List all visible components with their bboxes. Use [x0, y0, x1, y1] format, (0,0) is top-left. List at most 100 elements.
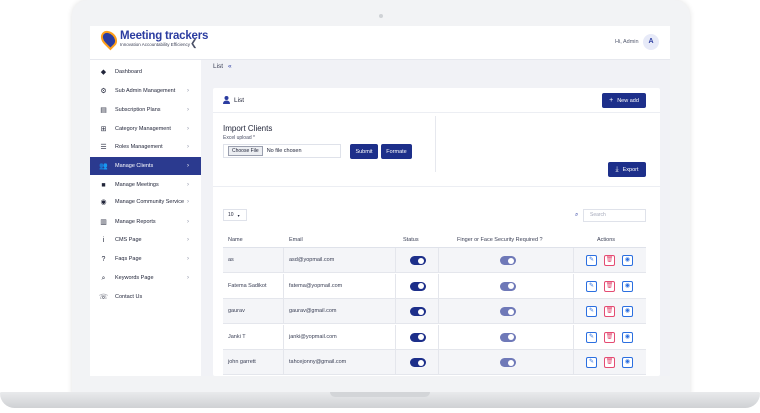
users-icon: 👥 — [99, 162, 108, 170]
edit-button[interactable]: ✎ — [586, 306, 597, 317]
sidebar-item-label: Sub Admin Management — [115, 87, 176, 94]
sidebar-item[interactable]: ■ Manage Meetings › — [90, 176, 201, 194]
column-divider — [283, 375, 284, 376]
edit-button[interactable]: ✎ — [586, 255, 597, 266]
sidebar-item[interactable]: ⊞ Category Management › — [90, 120, 201, 138]
edit-icon: ✎ — [588, 359, 595, 365]
edit-button[interactable]: ✎ — [586, 280, 597, 292]
search-input[interactable]: Search — [583, 209, 646, 222]
security-toggle[interactable] — [500, 358, 516, 367]
client-email: fatema@yopmail.com — [289, 282, 343, 289]
column-divider — [438, 350, 439, 375]
status-toggle[interactable] — [410, 281, 426, 291]
edit-button[interactable]: ✎ — [586, 357, 597, 368]
security-toggle[interactable] — [500, 332, 516, 342]
chevron-right-icon: › — [187, 163, 189, 169]
sidebar-item[interactable]: 👥 Manage Clients › — [90, 157, 201, 175]
choose-file-button[interactable]: Choose File — [228, 146, 263, 156]
chevron-right-icon: › — [187, 126, 189, 132]
header-actions: Actions — [597, 237, 616, 243]
delete-button[interactable]: 🗑 — [604, 255, 615, 266]
table-row: as asd@yopmail.com ✎ 🗑 ◉ — [223, 248, 646, 273]
column-divider — [283, 273, 284, 299]
edit-button[interactable]: ✎ — [586, 331, 597, 343]
import-title: Import Clients — [223, 124, 273, 133]
column-divider — [395, 248, 396, 273]
column-divider — [283, 324, 284, 350]
trash-icon: 🗑 — [605, 282, 614, 289]
sidebar-item[interactable]: ☏ Contact Us — [90, 288, 201, 306]
client-name: as — [228, 257, 234, 263]
table-row: Fatema Sadikot fatema@yopmail.com ✎ 🗑 ◉ — [223, 273, 646, 299]
delete-button[interactable]: 🗑 — [604, 331, 615, 343]
table-row: Mack 1mack1@yopmail.com✎🗑◉ — [223, 375, 646, 376]
status-toggle[interactable] — [410, 358, 426, 367]
avatar[interactable]: A — [643, 34, 659, 50]
sidebar-item[interactable]: ▤ Subscription Plans › — [90, 101, 201, 119]
sidebar-item[interactable]: ◉ Manage Community Service › — [90, 193, 201, 211]
double-chevron-left-icon[interactable]: « — [228, 63, 232, 70]
sidebar-item[interactable]: ▥ Manage Reports › — [90, 213, 201, 231]
security-toggle[interactable] — [500, 307, 516, 316]
view-button[interactable]: ◉ — [622, 255, 633, 266]
sidebar-item[interactable]: ⌕ Keywords Page › — [90, 269, 201, 287]
sidebar-item[interactable]: ? Faqs Page › — [90, 250, 201, 268]
sidebar-item[interactable]: ⚙ Sub Admin Management › — [90, 82, 201, 100]
list-icon: ☰ — [100, 143, 107, 151]
page-length-select[interactable]: 10 ▾ — [223, 209, 247, 221]
trash-icon: 🗑 — [605, 308, 614, 314]
sidebar-item[interactable]: ☰ Roles Management › — [90, 138, 201, 156]
sidebar-item[interactable]: ◆ Dashboard — [90, 63, 201, 81]
header-email: Email — [289, 237, 303, 243]
column-divider — [395, 375, 396, 376]
status-toggle[interactable] — [410, 256, 426, 265]
new-add-button[interactable]: + New add — [602, 93, 646, 108]
greeting: Hi, Admin — [615, 39, 639, 45]
eye-icon: ◉ — [624, 257, 631, 263]
export-button[interactable]: ⤓ Export — [608, 162, 646, 177]
search-icon: ⌕ — [101, 274, 106, 282]
security-toggle[interactable] — [500, 256, 516, 265]
column-divider — [283, 299, 284, 324]
client-email: tahcejonny@gmail.com — [289, 359, 347, 365]
screen: Meeting trackers Innovation Accountabili… — [90, 26, 670, 376]
column-divider — [395, 273, 396, 299]
collapse-sidebar-icon[interactable]: ❮ — [190, 38, 198, 49]
client-email: janki@yopmail.com — [289, 333, 337, 340]
column-divider — [395, 350, 396, 375]
security-toggle[interactable] — [500, 281, 516, 291]
status-toggle[interactable] — [410, 332, 426, 342]
delete-button[interactable]: 🗑 — [604, 280, 615, 292]
edit-icon: ✎ — [588, 282, 595, 289]
column-divider — [573, 375, 574, 376]
column-divider — [573, 299, 574, 324]
sidebar: ◆ Dashboard ⚙ Sub Admin Management › ▤ Subscri… — [90, 60, 201, 376]
view-button[interactable]: ◉ — [622, 280, 633, 292]
file-input[interactable]: Choose File No file chosen — [223, 144, 341, 158]
column-divider — [283, 248, 284, 273]
chevron-right-icon: › — [187, 256, 189, 262]
client-name: Fatema Sadikot — [228, 282, 267, 289]
chevron-right-icon: › — [187, 237, 189, 243]
view-button[interactable]: ◉ — [622, 331, 633, 343]
breadcrumb: List — [213, 63, 224, 70]
phone-icon: ☏ — [99, 293, 108, 301]
client-email: asd@yopmail.com — [289, 257, 335, 263]
delete-button[interactable]: 🗑 — [604, 306, 615, 317]
dashboard-icon: ◆ — [100, 68, 107, 76]
card-title: List — [234, 97, 245, 104]
header-name: Name — [228, 237, 243, 243]
submit-button[interactable]: Submit — [350, 144, 378, 159]
view-button[interactable]: ◉ — [622, 306, 633, 317]
chevron-right-icon: › — [187, 275, 189, 281]
column-divider — [573, 273, 574, 299]
status-toggle[interactable] — [410, 307, 426, 316]
column-divider — [438, 299, 439, 324]
view-button[interactable]: ◉ — [622, 357, 633, 368]
sidebar-item[interactable]: i CMS Page › — [90, 231, 201, 249]
formate-button[interactable]: Formate — [381, 144, 412, 159]
delete-button[interactable]: 🗑 — [604, 357, 615, 368]
plans-icon: ▤ — [100, 106, 107, 114]
column-divider — [438, 375, 439, 376]
column-divider — [395, 299, 396, 324]
